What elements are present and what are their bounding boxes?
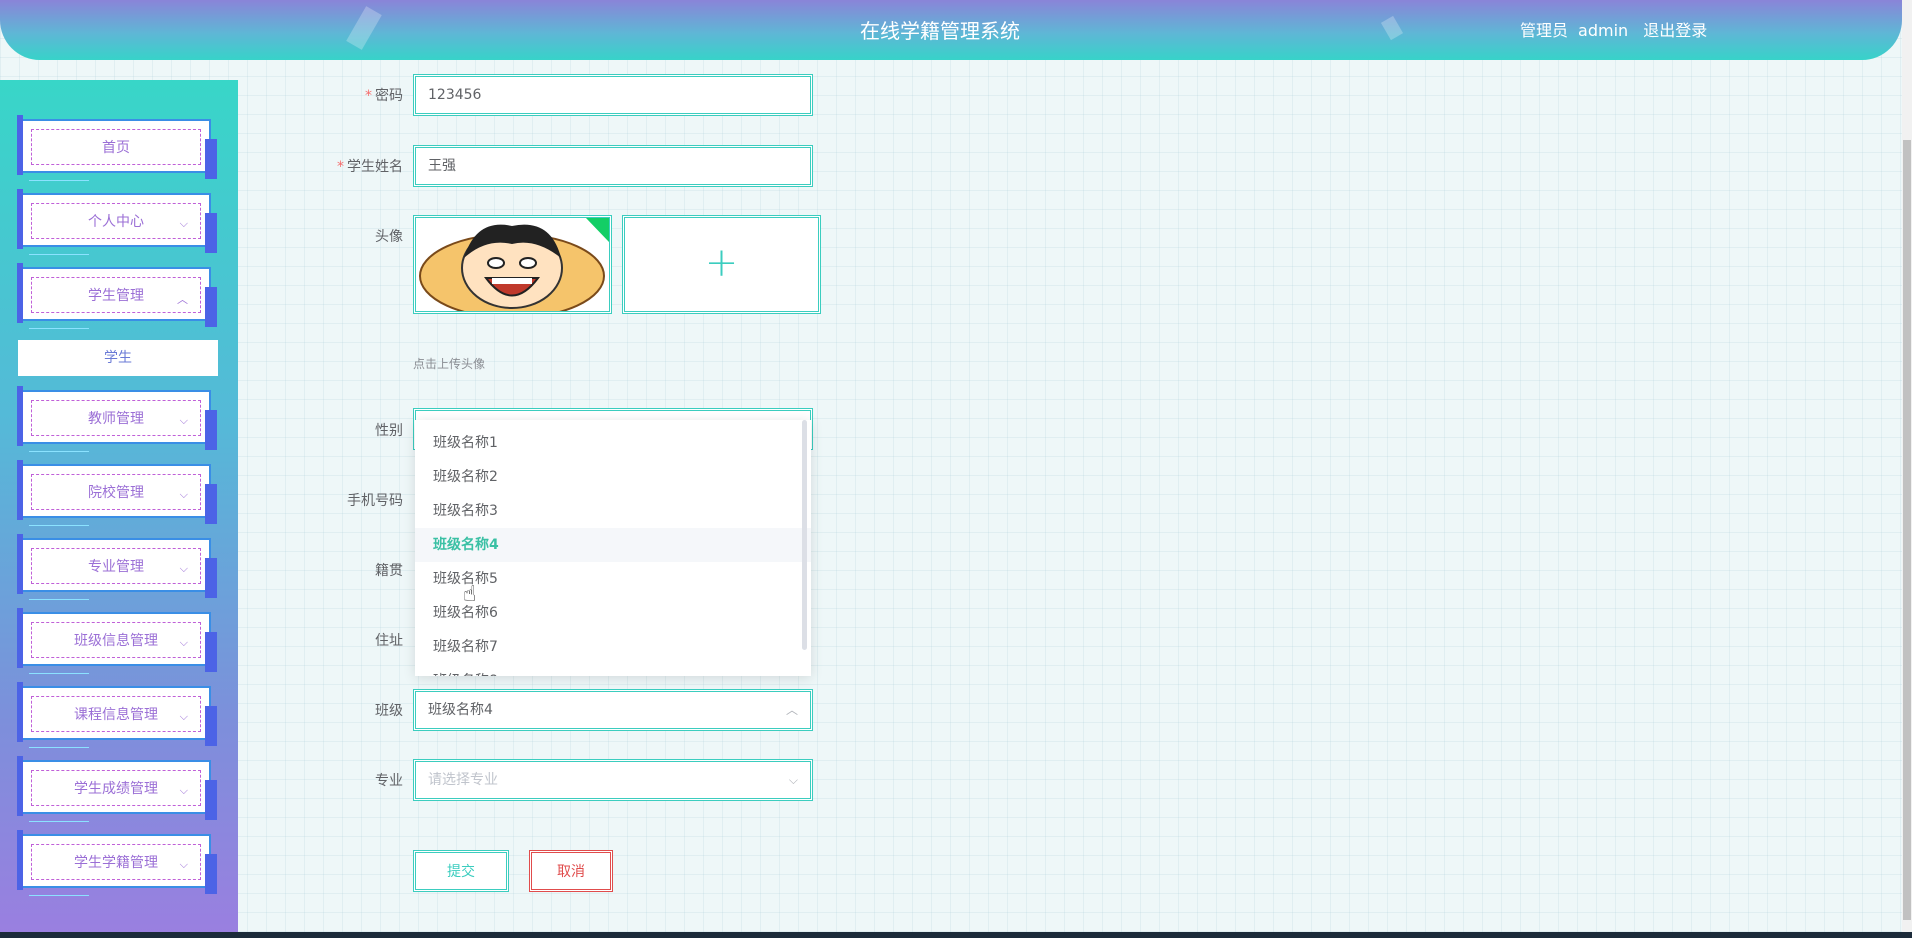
- sidebar-item-label: 个人中心: [88, 214, 144, 230]
- sidebar-item-personal-center[interactable]: 个人中心 ⌵: [17, 189, 217, 255]
- dropdown-scrollbar[interactable]: [802, 420, 807, 650]
- avatar-cartoon-icon: [416, 218, 609, 311]
- chevron-down-icon: ⌵: [179, 414, 188, 427]
- sidebar-item-label: 课程信息管理: [74, 707, 158, 723]
- chevron-down-icon: ⌵: [179, 858, 188, 871]
- phone-label: 手机号码: [347, 493, 403, 509]
- sidebar: 首页 个人中心 ⌵ 学生管理 ︿ 学生 教师管理 ⌵ 院校管理 ⌵ 专业管理 ⌵ 班级信息…: [0, 80, 238, 935]
- sidebar-item-label: 院校管理: [88, 485, 144, 501]
- user-area: 管理员 admin 退出登录: [1520, 17, 1717, 41]
- username: admin: [1578, 21, 1629, 40]
- chevron-down-icon: ⌵: [788, 773, 798, 787]
- dropdown-option[interactable]: 班级名称7: [415, 630, 811, 664]
- sidebar-item-student-management[interactable]: 学生管理 ︿: [17, 263, 217, 329]
- hand-cursor-icon: ☝: [463, 582, 477, 607]
- major-select[interactable]: 请选择专业 ⌵: [413, 759, 813, 801]
- class-dropdown-menu: 班级名称1 班级名称2 班级名称3 班级名称4 班级名称5 班级名称6 班级名称…: [415, 420, 811, 676]
- chevron-down-icon: ⌵: [179, 562, 188, 575]
- dropdown-option[interactable]: 班级名称8: [415, 664, 811, 676]
- password-label: * 密码: [365, 88, 403, 104]
- logout-link[interactable]: 退出登录: [1643, 21, 1707, 40]
- sidebar-item-class-management[interactable]: 班级信息管理 ⌵: [17, 608, 217, 674]
- student-name-label: * 学生姓名: [337, 159, 403, 175]
- sidebar-item-label: 专业管理: [88, 559, 144, 575]
- chevron-down-icon: ⌵: [179, 636, 188, 649]
- sidebar-item-course-management[interactable]: 课程信息管理 ⌵: [17, 682, 217, 748]
- avatar-upload-hint: 点击上传头像: [413, 357, 486, 371]
- sidebar-item-home[interactable]: 首页: [17, 115, 217, 181]
- hometown-label: 籍贯: [375, 563, 403, 579]
- chevron-down-icon: ⌵: [179, 217, 188, 230]
- dropdown-option[interactable]: 班级名称1: [415, 426, 811, 460]
- dropdown-option-selected[interactable]: 班级名称4: [415, 528, 811, 562]
- top-header: 在线学籍管理系统 管理员 admin 退出登录: [0, 0, 1902, 60]
- sidebar-item-label: 学生成绩管理: [74, 781, 158, 797]
- user-role: 管理员: [1520, 21, 1569, 40]
- password-input[interactable]: 123456: [413, 74, 813, 116]
- chevron-up-icon: ︿: [785, 703, 798, 717]
- dropdown-option[interactable]: 班级名称2: [415, 460, 811, 494]
- plus-icon: +: [704, 240, 739, 286]
- sidebar-item-major-management[interactable]: 专业管理 ⌵: [17, 534, 217, 600]
- cancel-button[interactable]: 取消: [529, 850, 613, 892]
- sidebar-item-label: 教师管理: [88, 411, 144, 427]
- sidebar-item-label: 学生学籍管理: [74, 855, 158, 871]
- sidebar-item-label: 班级信息管理: [74, 633, 158, 649]
- sidebar-item-school-management[interactable]: 院校管理 ⌵: [17, 460, 217, 526]
- chevron-up-icon: ︿: [177, 293, 188, 306]
- chevron-down-icon: ⌵: [179, 710, 188, 723]
- avatar-image[interactable]: [413, 215, 612, 314]
- sidebar-item-label: 学生管理: [88, 288, 144, 304]
- gender-label: 性别: [375, 423, 403, 439]
- sidebar-item-label: 首页: [102, 140, 130, 156]
- taskbar: [0, 932, 1912, 938]
- sidebar-item-enrollment-management[interactable]: 学生学籍管理 ⌵: [17, 830, 217, 896]
- submit-button[interactable]: 提交: [413, 850, 509, 892]
- page-background: [0, 0, 1912, 938]
- major-label: 专业: [375, 773, 403, 789]
- chevron-down-icon: ⌵: [179, 784, 188, 797]
- class-label: 班级: [375, 703, 403, 719]
- class-select-value: 班级名称4: [428, 702, 493, 718]
- chevron-down-icon: ⌵: [179, 488, 188, 501]
- page-scrollbar[interactable]: [1902, 0, 1912, 938]
- student-name-input[interactable]: 王强: [413, 145, 813, 187]
- avatar-upload-button[interactable]: +: [622, 215, 821, 314]
- class-select[interactable]: 班级名称4 ︿: [413, 689, 813, 731]
- sidebar-item-teacher-management[interactable]: 教师管理 ⌵: [17, 386, 217, 452]
- address-label: 住址: [375, 633, 403, 649]
- major-select-placeholder: 请选择专业: [428, 772, 498, 788]
- page-scrollbar-thumb[interactable]: [1903, 140, 1911, 920]
- dropdown-option[interactable]: 班级名称3: [415, 494, 811, 528]
- sidebar-item-score-management[interactable]: 学生成绩管理 ⌵: [17, 756, 217, 822]
- avatar-label: 头像: [375, 229, 403, 245]
- sidebar-subitem-student[interactable]: 学生: [18, 340, 218, 376]
